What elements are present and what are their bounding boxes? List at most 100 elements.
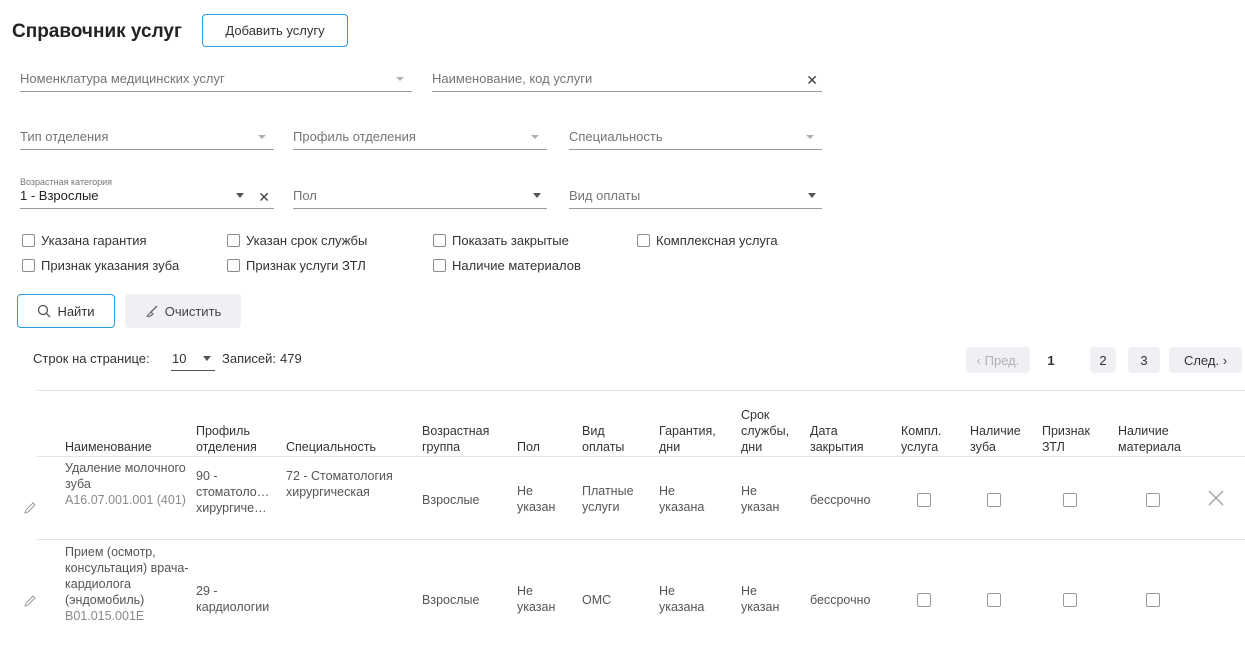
service-code: A16.07.001.001 (401)	[65, 493, 186, 507]
checkbox-materials[interactable]: Наличие материалов	[433, 258, 581, 273]
page-1-button[interactable]: 1	[1037, 347, 1065, 373]
chevron-down-icon[interactable]	[203, 356, 211, 361]
edit-icon[interactable]	[24, 595, 36, 607]
chevron-down-icon[interactable]	[531, 135, 539, 139]
prev-page-label: Пред.	[984, 352, 1020, 368]
dept-type-select[interactable]: Тип отделения	[20, 124, 274, 150]
complex-checkbox[interactable]	[917, 493, 931, 507]
cell-age-group: Взрослые	[422, 493, 480, 507]
broom-icon	[145, 305, 158, 318]
sex-select[interactable]: Пол	[293, 183, 547, 209]
payment-type-placeholder: Вид оплаты	[569, 188, 641, 203]
add-service-button[interactable]: Добавить услугу	[202, 14, 348, 47]
col-header-profile: Профиль отделения	[196, 424, 257, 454]
chevron-down-icon[interactable]	[808, 193, 816, 198]
cell-payment: ОМС	[582, 593, 612, 607]
chevron-down-icon[interactable]	[806, 135, 814, 139]
chevron-down-icon[interactable]	[396, 77, 404, 81]
cell-name: Прием (осмотр, консультация) врача-карди…	[65, 544, 190, 624]
chevron-down-icon[interactable]	[258, 135, 266, 139]
page-3-button[interactable]: 3	[1128, 347, 1160, 373]
service-name: Удаление молочного зуба	[65, 461, 186, 491]
clear-button[interactable]: Очистить	[125, 294, 241, 328]
col-header-material: Наличие материала	[1118, 424, 1181, 454]
cell-close-date: бессрочно	[810, 593, 871, 607]
checkbox-ztl-sign[interactable]: Признак услуги ЗТЛ	[227, 258, 366, 273]
chevron-down-icon[interactable]	[236, 193, 244, 198]
page-2-button[interactable]: 2	[1090, 347, 1116, 373]
col-header-payment: Вид оплаты	[582, 424, 625, 454]
search-button[interactable]: Найти	[17, 294, 115, 328]
material-checkbox[interactable]	[1146, 493, 1160, 507]
cell-warranty: Не указана	[659, 584, 705, 614]
payment-type-select[interactable]: Вид оплаты	[569, 183, 822, 209]
name-code-input[interactable]: Наименование, код услуги ✕	[432, 66, 822, 92]
tooth-checkbox[interactable]	[987, 593, 1001, 607]
next-page-button[interactable]: След. ›	[1169, 347, 1242, 373]
rows-per-page-select[interactable]: 10	[171, 350, 215, 371]
checkbox-tooth-sign[interactable]: Признак указания зуба	[22, 258, 179, 273]
cell-payment: Платные услуги	[582, 484, 634, 514]
col-header-close-date: Дата закрытия	[810, 424, 864, 454]
nomenclature-select[interactable]: Номенклатура медицинских услуг	[20, 66, 412, 92]
checkbox-label: Признак указания зуба	[41, 258, 180, 273]
col-header-warranty: Гарантия, дни	[659, 424, 716, 454]
cell-name: Удаление молочного зуба A16.07.001.001 (…	[65, 460, 187, 508]
clear-button-label: Очистить	[164, 303, 222, 319]
checkbox-box[interactable]	[637, 234, 650, 247]
checkbox-label: Показать закрытые	[452, 233, 569, 248]
checkbox-service-life[interactable]: Указан срок службы	[227, 233, 367, 248]
table-row[interactable]: Удаление молочного зуба A16.07.001.001 (…	[0, 457, 1245, 539]
cell-warranty: Не указана	[659, 484, 705, 514]
checkbox-box[interactable]	[22, 259, 35, 272]
chevron-right-icon: ›	[1219, 352, 1228, 368]
checkbox-box[interactable]	[22, 234, 35, 247]
checkbox-box[interactable]	[433, 259, 446, 272]
chevron-down-icon[interactable]	[533, 193, 541, 198]
tooth-checkbox[interactable]	[987, 493, 1001, 507]
ztl-checkbox[interactable]	[1063, 593, 1077, 607]
search-button-label: Найти	[57, 303, 95, 319]
dept-profile-select[interactable]: Профиль отделения	[293, 124, 547, 150]
clear-icon[interactable]: ✕	[258, 190, 270, 204]
checkbox-warranty[interactable]: Указана гарантия	[22, 233, 147, 248]
col-header-tooth: Наличие зуба	[970, 424, 1021, 454]
prev-page-button[interactable]: ‹ Пред.	[966, 347, 1030, 373]
ztl-checkbox[interactable]	[1063, 493, 1077, 507]
cell-profile: 90 - стоматоло… хирургиче…	[196, 469, 270, 515]
checkbox-label: Указана гарантия	[41, 233, 147, 248]
cell-service-life: Не указан	[741, 584, 780, 614]
checkbox-show-closed[interactable]: Показать закрытые	[433, 233, 569, 248]
close-icon[interactable]	[1208, 490, 1224, 506]
cell-service-life: Не указан	[741, 484, 780, 514]
checkbox-box[interactable]	[433, 234, 446, 247]
cell-specialty: 72 - Стоматология хирургическая	[286, 469, 393, 499]
cell-sex: Не указан	[517, 484, 556, 514]
table-row[interactable]: Прием (осмотр, консультация) врача-карди…	[0, 540, 1245, 648]
service-code: B01.015.001E	[65, 609, 145, 623]
checkbox-complex-service[interactable]: Комплексная услуга	[637, 233, 778, 248]
checkbox-label: Комплексная услуга	[656, 233, 778, 248]
search-icon	[38, 304, 51, 318]
cell-sex: Не указан	[517, 584, 556, 614]
nomenclature-placeholder: Номенклатура медицинских услуг	[20, 71, 225, 86]
edit-icon[interactable]	[24, 502, 36, 514]
next-page-label: След.	[1183, 352, 1220, 368]
specialty-select[interactable]: Специальность	[569, 124, 822, 150]
age-category-select[interactable]: Возрастная категория 1 - Взрослые ✕	[20, 177, 274, 209]
checkbox-box[interactable]	[227, 234, 240, 247]
clear-icon[interactable]: ✕	[806, 73, 818, 87]
checkbox-label: Признак услуги ЗТЛ	[246, 258, 366, 273]
sex-placeholder: Пол	[293, 188, 317, 203]
checkbox-box[interactable]	[227, 259, 240, 272]
cell-profile: 29 - кардиологии	[196, 584, 270, 614]
complex-checkbox[interactable]	[917, 593, 931, 607]
cell-close-date: бессрочно	[810, 493, 871, 507]
rows-per-page-label: Строк на странице:	[33, 351, 150, 366]
age-category-label: Возрастная категория	[20, 177, 112, 187]
col-header-complex: Компл. услуга	[901, 424, 942, 454]
col-header-sex: Пол	[517, 440, 540, 454]
dept-profile-placeholder: Профиль отделения	[293, 129, 416, 144]
material-checkbox[interactable]	[1146, 593, 1160, 607]
table-top-divider	[37, 390, 1245, 391]
